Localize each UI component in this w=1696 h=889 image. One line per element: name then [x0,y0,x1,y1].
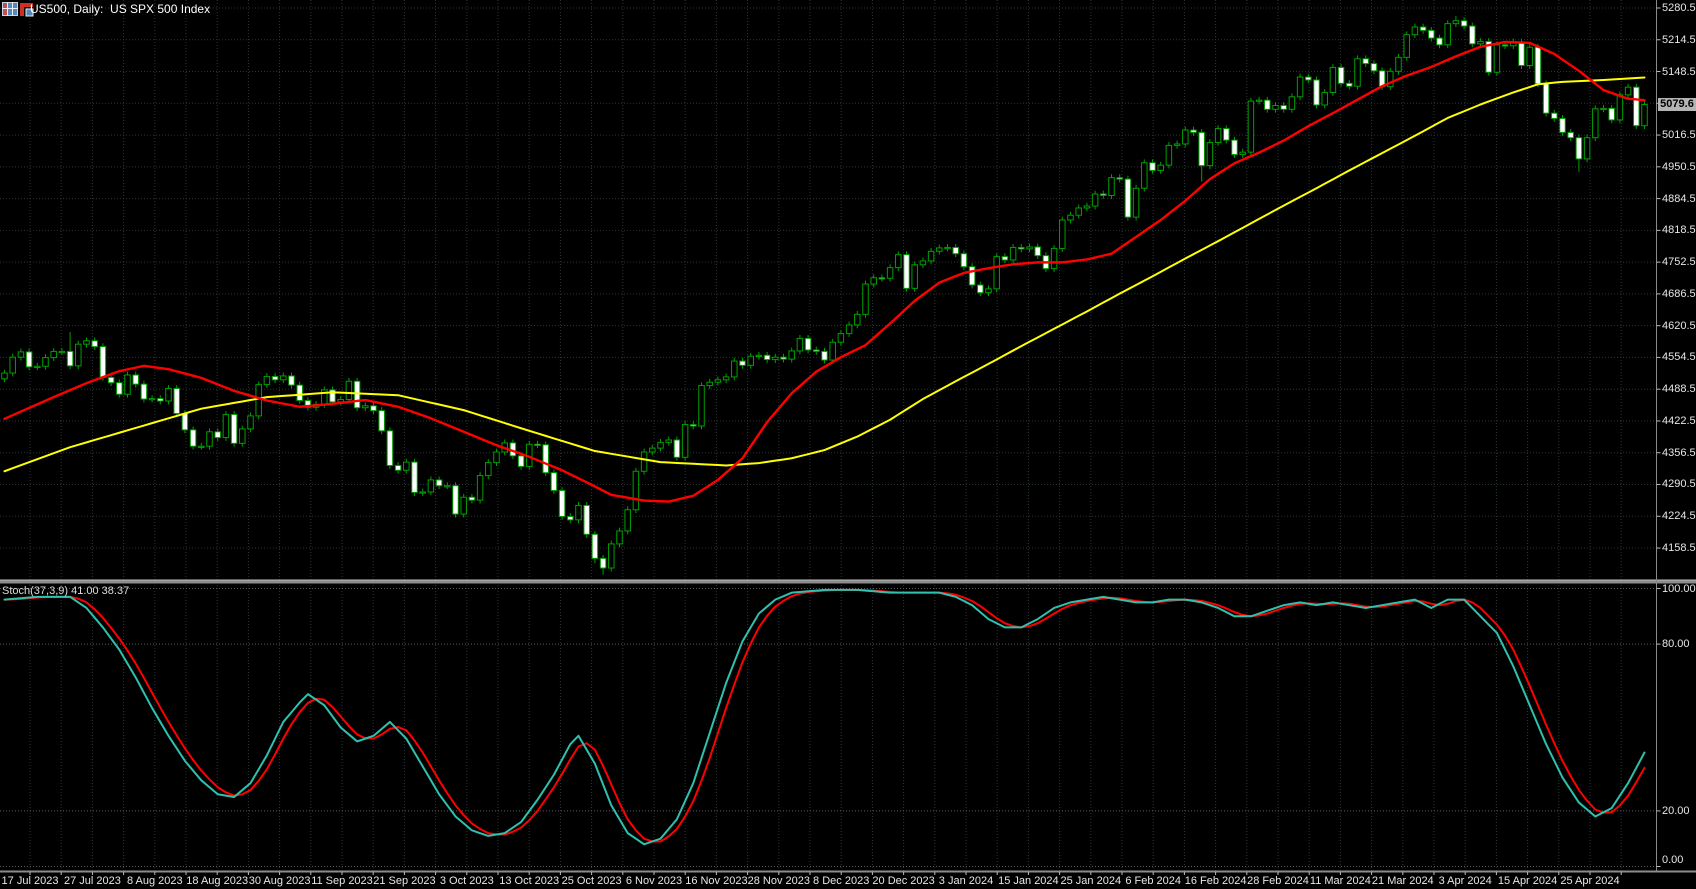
time-axis-label: 6 Nov 2023 [626,876,682,887]
price-axis-label: 4752.5 [1662,257,1696,268]
chart-window: US500, Daily: US SPX 500 Index Stoch(37,… [0,0,1696,889]
price-axis-label: 4884.5 [1662,194,1696,205]
time-axis-label: 21 Mar 2024 [1372,876,1434,887]
time-axis-label: 27 Jul 2023 [64,876,121,887]
time-axis-label: 3 Oct 2023 [440,876,494,887]
price-axis-label: 4422.5 [1662,416,1696,427]
current-price-tag: 5079.6 [1658,98,1696,111]
price-axis-label: 5016.5 [1662,130,1696,141]
price-chart-canvas[interactable] [0,0,1696,889]
price-axis-label: 5280.5 [1662,3,1696,14]
stochastic-indicator-label: Stoch(37,3,9) 41.00 38.37 [2,585,129,597]
stoch-axis-label: 80.00 [1662,639,1690,650]
time-axis-label: 16 Feb 2024 [1185,876,1247,887]
price-axis-label: 4950.5 [1662,162,1696,173]
time-axis-label: 11 Sep 2023 [311,876,373,887]
price-axis-label: 5148.5 [1662,67,1696,78]
time-axis-label: 30 Aug 2023 [249,876,311,887]
time-axis-label: 16 Nov 2023 [685,876,747,887]
time-axis-label: 17 Jul 2023 [2,876,59,887]
time-axis-label: 11 Mar 2024 [1310,876,1371,887]
price-axis-label: 4356.5 [1662,448,1696,459]
price-axis-label: 4158.5 [1662,543,1696,554]
chart-grid-icon [2,2,18,17]
time-axis-label: 3 Apr 2024 [1439,876,1492,887]
price-axis-label: 4224.5 [1662,511,1696,522]
chart-title: US500, Daily: US SPX 500 Index [30,2,210,16]
time-axis-label: 25 Oct 2023 [562,876,622,887]
time-axis-label: 6 Feb 2024 [1125,876,1181,887]
time-axis-label: 13 Oct 2023 [499,876,559,887]
time-axis-label: 25 Jan 2024 [1061,876,1122,887]
time-axis-label: 8 Dec 2023 [813,876,869,887]
time-axis-label: 3 Jan 2024 [939,876,993,887]
time-axis-label: 8 Aug 2023 [127,876,183,887]
stoch-axis-label: 0.00 [1662,855,1683,866]
time-axis-label: 18 Aug 2023 [186,876,248,887]
time-axis-label: 28 Feb 2024 [1247,876,1309,887]
price-axis-label: 4554.5 [1662,352,1696,363]
time-axis-label: 20 Dec 2023 [872,876,934,887]
price-axis-label: 4686.5 [1662,289,1696,300]
price-axis-label: 5214.5 [1662,35,1696,46]
stoch-axis-label: 20.00 [1662,806,1690,817]
price-axis-label: 4818.5 [1662,225,1696,236]
time-axis-label: 15 Jan 2024 [998,876,1059,887]
time-axis-label: 25 Apr 2024 [1560,876,1619,887]
price-axis-label: 4620.5 [1662,321,1696,332]
time-axis-label: 28 Nov 2023 [748,876,810,887]
time-axis-label: 15 Apr 2024 [1498,876,1557,887]
price-axis-label: 4488.5 [1662,384,1696,395]
price-axis-label: 4290.5 [1662,479,1696,490]
stoch-axis-label: 100.00 [1662,584,1696,595]
time-axis-label: 21 Sep 2023 [373,876,435,887]
